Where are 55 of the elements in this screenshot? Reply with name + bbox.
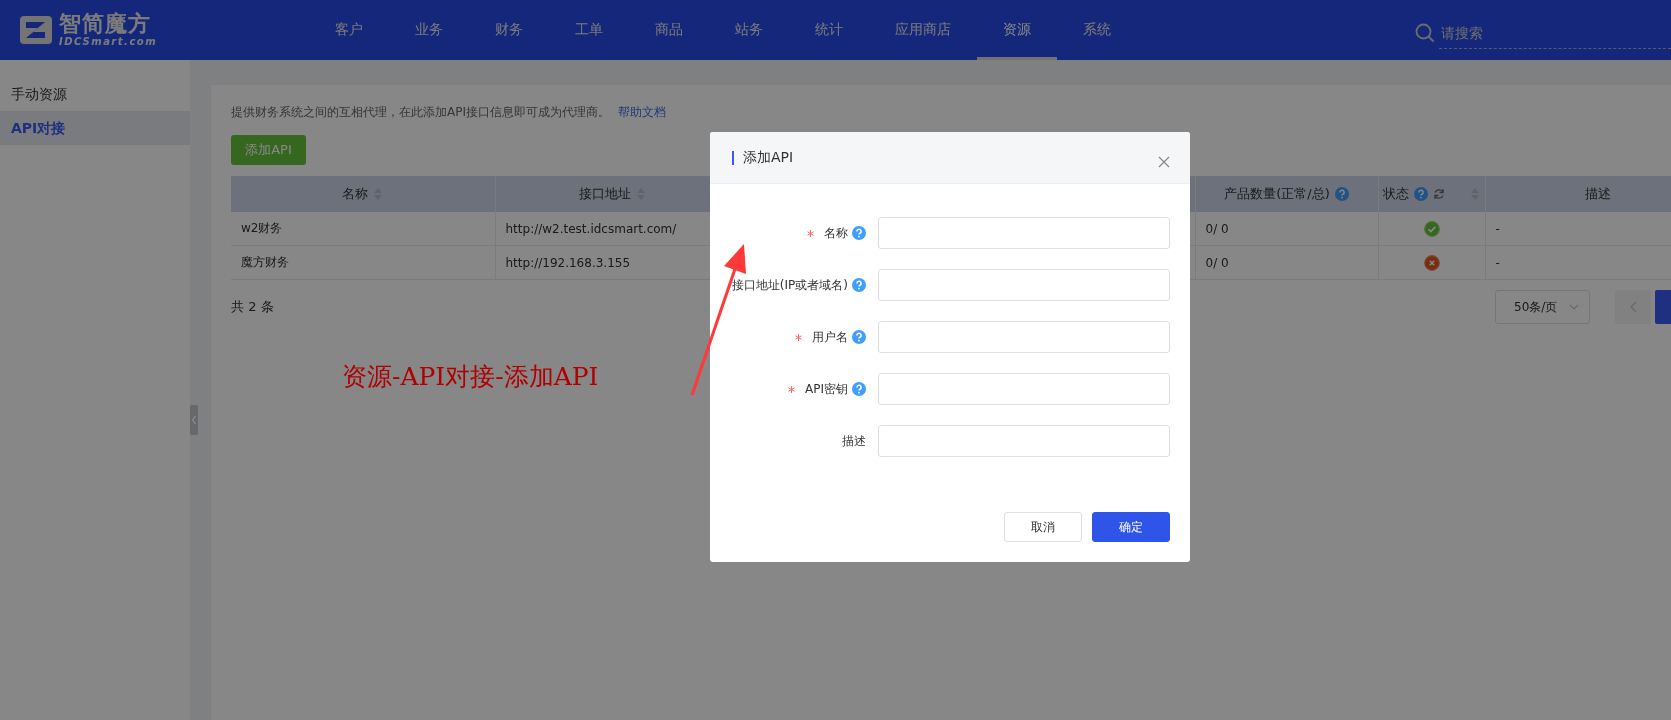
sidebar-item[interactable]: 手动资源 xyxy=(0,77,190,111)
table-cell: 0/ 0 xyxy=(1205,255,1229,270)
add-api-button[interactable]: 添加API xyxy=(231,135,306,165)
nav-tab[interactable]: 财务 xyxy=(469,0,549,60)
page-size-value: 50条/页 xyxy=(1514,298,1558,316)
input-field[interactable] xyxy=(878,217,1170,249)
search-field[interactable]: 请搜索 xyxy=(1439,17,1671,49)
nav-tab[interactable]: 客户 xyxy=(309,0,389,60)
input-field[interactable] xyxy=(878,373,1170,405)
help-doc-link[interactable]: 帮助文档 xyxy=(618,103,666,121)
table-cell: - xyxy=(1495,255,1500,270)
prev-page-button[interactable] xyxy=(1615,290,1651,324)
logo-title: 智简魔方 xyxy=(59,13,152,35)
column-header[interactable]: 名称 xyxy=(342,185,369,203)
table-cell: http://w2.test.idcsmart.com/ xyxy=(505,221,677,236)
search-icon xyxy=(1415,23,1435,43)
confirm-button[interactable]: 确定 xyxy=(1092,512,1170,542)
total-count: 共 2 条 xyxy=(231,298,274,316)
nav-tab[interactable]: 站务 xyxy=(709,0,789,60)
input-field[interactable] xyxy=(878,425,1170,457)
cancel-button[interactable]: 取消 xyxy=(1004,512,1082,542)
column-header[interactable]: 状态 xyxy=(1383,185,1409,203)
field-label: 接口地址(IP或者域名) xyxy=(731,276,848,294)
table-cell: 0/ 0 xyxy=(1205,221,1229,236)
nav-tab[interactable]: 资源 xyxy=(977,0,1057,60)
table-cell: w2财务 xyxy=(241,221,283,235)
chevron-left-icon xyxy=(1629,301,1637,313)
nav-tab[interactable]: 统计 xyxy=(789,0,869,60)
close-button[interactable] xyxy=(1158,155,1170,168)
close-icon xyxy=(1158,155,1170,168)
chevron-down-icon xyxy=(1569,304,1579,310)
input-field[interactable] xyxy=(878,321,1170,353)
description-text: 提供财务系统之间的互相代理，在此添加API接口信息即可成为代理商。 xyxy=(231,103,610,121)
table-cell: http://192.168.3.155 xyxy=(505,255,631,270)
table-cell: 魔方财务 xyxy=(241,255,289,269)
column-header[interactable]: 接口地址 xyxy=(579,185,631,203)
field-label: API密钥 xyxy=(805,380,848,398)
field-label: 用户名 xyxy=(812,328,848,346)
nav-tab[interactable]: 应用商店 xyxy=(869,0,977,60)
nav-tab[interactable]: 系统 xyxy=(1057,0,1137,60)
logo-subtitle: IDCSmart.com xyxy=(59,37,158,47)
input-field[interactable] xyxy=(878,269,1170,301)
title-accent-bar xyxy=(732,150,734,165)
sidebar-item[interactable]: API对接 xyxy=(0,111,190,145)
field-label: 描述 xyxy=(842,432,866,450)
nav-tab[interactable]: 商品 xyxy=(629,0,709,60)
table-cell: - xyxy=(1495,221,1500,236)
annotation-text: 资源-API对接-添加API xyxy=(342,361,599,393)
field-label: 名称 xyxy=(824,224,848,242)
page-size-select[interactable]: 50条/页 xyxy=(1495,290,1590,324)
nav-tab[interactable]: 业务 xyxy=(389,0,469,60)
column-header[interactable]: 描述 xyxy=(1585,185,1611,203)
nav-tab[interactable]: 工单 xyxy=(549,0,629,60)
dialog-title: 添加API xyxy=(743,148,794,167)
logo-icon xyxy=(19,15,53,45)
